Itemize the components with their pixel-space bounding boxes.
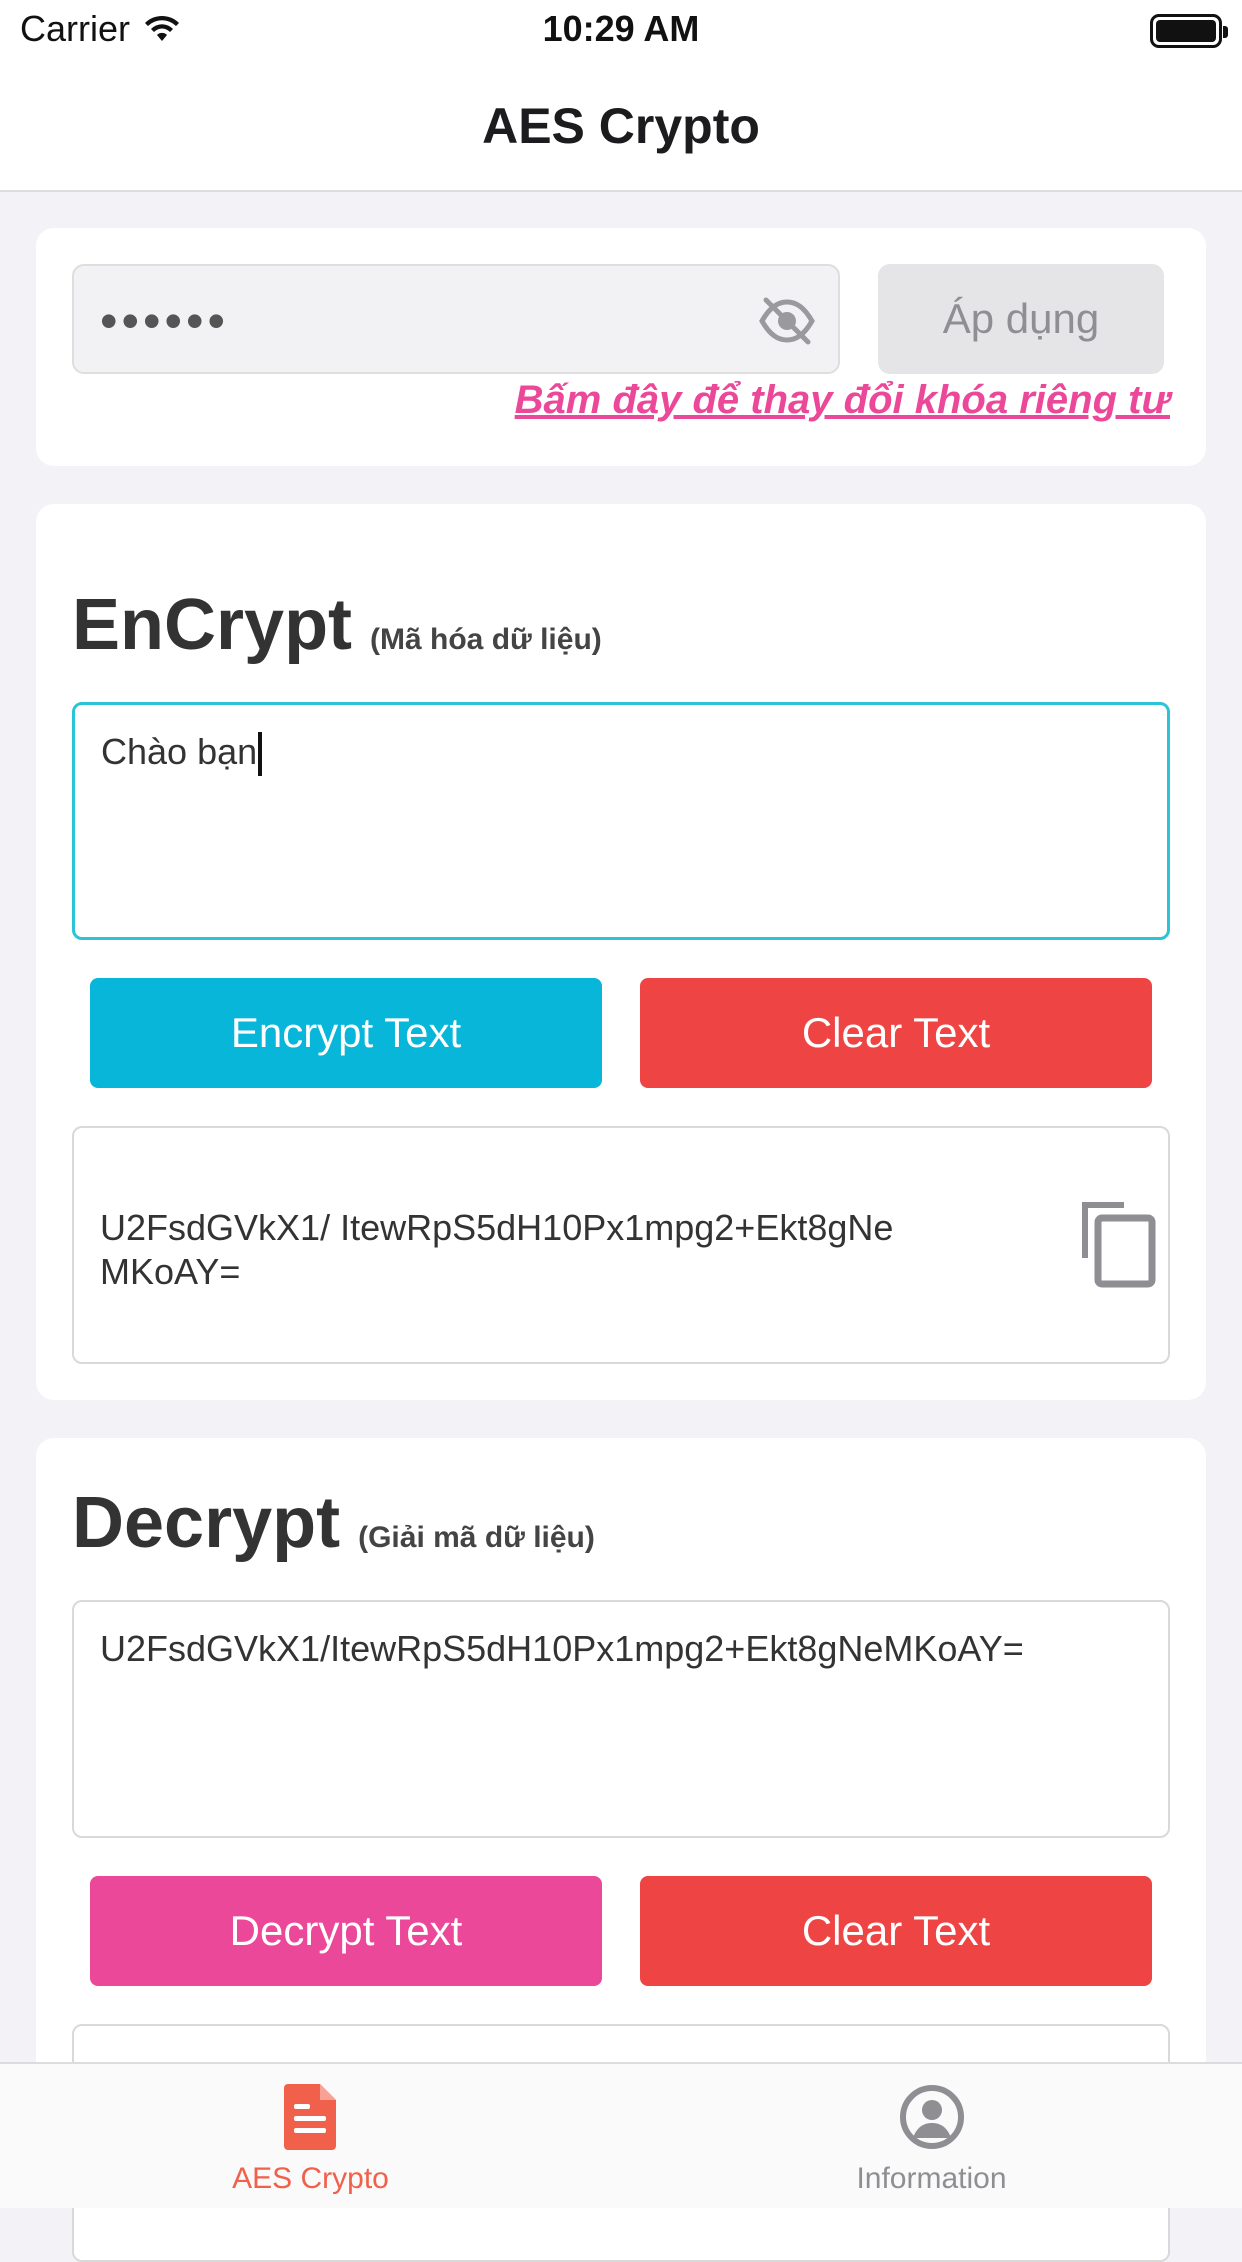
encrypt-input[interactable]: Chào bạn [72,702,1170,940]
decrypt-title: Decrypt [72,1483,341,1563]
status-bar: Carrier 10:29 AM [0,0,1242,62]
encrypt-result-box: U2FsdGVkX1/ ItewRpS5dH10Px1mpg2+Ekt8gNeM… [72,1126,1170,1364]
encrypt-clear-button[interactable]: Clear Text [640,978,1152,1088]
encrypt-heading: EnCrypt (Mã hóa dữ liệu) [72,584,602,666]
battery-icon [1150,14,1228,48]
encrypt-subtitle: (Mã hóa dữ liệu) [370,623,602,656]
encrypt-button[interactable]: Encrypt Text [90,978,602,1088]
secret-key-input[interactable]: •••••• [72,264,840,374]
decrypt-input-value: U2FsdGVkX1/ItewRpS5dH10Px1mpg2+Ekt8gNeMK… [100,1628,1024,1669]
decrypt-subtitle: (Giải mã dữ liệu) [358,1521,595,1554]
eye-off-icon[interactable] [758,294,816,348]
encrypt-result-text: U2FsdGVkX1/ ItewRpS5dH10Px1mpg2+Ekt8gNeM… [100,1207,894,1292]
copy-icon[interactable] [1072,1196,1158,1292]
status-time: 10:29 AM [542,8,700,49]
page-title: AES Crypto [482,98,760,154]
decrypt-heading: Decrypt (Giải mã dữ liệu) [72,1482,595,1564]
encrypt-input-value: Chào bạn [101,731,258,772]
tab-bar: AES Crypto Information [0,2062,1242,2208]
document-icon [283,2084,336,2150]
encrypt-title: EnCrypt [72,585,353,665]
apply-key-button[interactable]: Áp dụng [878,264,1164,374]
secret-key-value: •••••• [100,293,230,349]
decrypt-input[interactable]: U2FsdGVkX1/ItewRpS5dH10Px1mpg2+Ekt8gNeMK… [72,1600,1170,1838]
decrypt-clear-button[interactable]: Clear Text [640,1876,1152,1986]
change-key-link[interactable]: Bấm đây để thay đổi khóa riêng tư [515,378,1170,423]
tab-label: Information [856,2162,1007,2195]
navigation-bar: AES Crypto [0,62,1242,192]
decrypt-button[interactable]: Decrypt Text [90,1876,602,1986]
user-circle-icon [899,2085,964,2149]
tab-label: AES Crypto [232,2162,389,2195]
text-caret [258,732,263,777]
key-card: •••••• Áp dụng Bấm đây để thay đổi khóa … [36,228,1206,466]
tab-aes-crypto[interactable]: AES Crypto [0,2064,621,2210]
encrypt-card: EnCrypt (Mã hóa dữ liệu) Chào bạn Encryp… [36,504,1206,1400]
tab-information[interactable]: Information [621,2064,1242,2210]
